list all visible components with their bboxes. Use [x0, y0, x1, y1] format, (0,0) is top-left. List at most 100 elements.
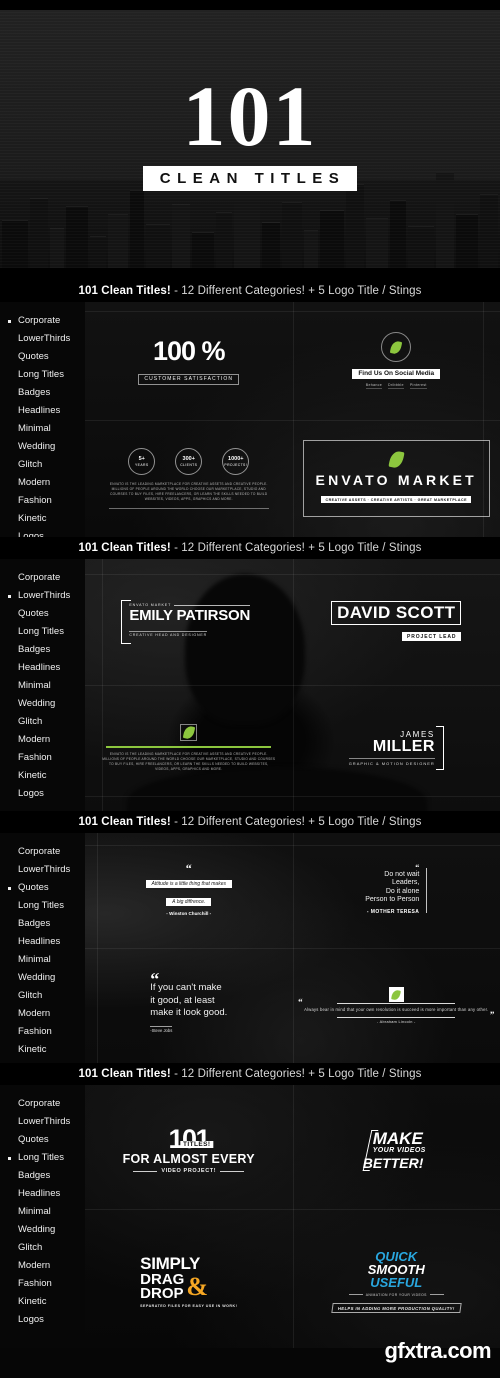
sidebar-item-long-titles[interactable]: Long Titles [0, 1149, 85, 1167]
sidebar-item-logos[interactable]: Logos [0, 785, 85, 803]
sidebar-item-wedding[interactable]: Wedding [0, 438, 85, 456]
sidebar-item-wedding[interactable]: Wedding [0, 695, 85, 713]
emily-name: EMILY PATIRSON [129, 607, 251, 624]
sidebar-item-minimal[interactable]: Minimal [0, 420, 85, 438]
active-bullet-icon [8, 886, 11, 890]
sidebar-item-label: LowerThirds [18, 1116, 71, 1127]
sidebar-item-label: Minimal [18, 680, 51, 691]
jobs-line: If you can't make [150, 982, 222, 994]
gfxtra-watermark: gfxtra.com [384, 1338, 492, 1363]
sidebar-item-glitch[interactable]: Glitch [0, 1239, 85, 1257]
sidebar-item-headlines[interactable]: Headlines [0, 659, 85, 677]
sidebar-item-kinetic[interactable]: Kinetic [0, 1041, 85, 1059]
sidebar-item-modern[interactable]: Modern [0, 1005, 85, 1023]
preview-grid-lowerthirds: ENVATO MARKET EMILY PATIRSON CREATIVE HE… [85, 559, 500, 811]
stat-label: CLIENTS [180, 462, 198, 467]
sidebar-item-minimal[interactable]: Minimal [0, 1203, 85, 1221]
quote-mark-icon: “ [298, 997, 303, 1008]
sidebar-item-badges[interactable]: Badges [0, 641, 85, 659]
card-stats: 5+ YEARS 300+ CLIENTS 1000+ PROJECTS! EN… [85, 420, 293, 538]
sidebar-item-label: Logos [18, 1314, 44, 1325]
sidebar-item-corporate[interactable]: Corporate [0, 569, 85, 587]
card-quote-lincoln: “ ” Always bear in mind that your own re… [293, 948, 500, 1063]
sidebar-item-corporate[interactable]: Corporate [0, 843, 85, 861]
active-bullet-icon [8, 1156, 11, 1160]
sidebar-item-modern[interactable]: Modern [0, 1257, 85, 1275]
category-sidebar[interactable]: Corporate LowerThirds Quotes Long Titles… [0, 1085, 85, 1348]
sidebar-item-label: Quotes [18, 351, 49, 362]
james-role: GRAPHIC & MOTION DESIGNER [348, 758, 435, 766]
sidebar-item-badges[interactable]: Badges [0, 1167, 85, 1185]
section-quotes: Corporate LowerThirds Quotes Long Titles… [0, 833, 500, 1073]
card-emily: ENVATO MARKET EMILY PATIRSON CREATIVE HE… [85, 559, 293, 685]
banner-text: 101 Clean Titles! - 12 Different Categor… [79, 816, 422, 828]
sidebar-item-badges[interactable]: Badges [0, 915, 85, 933]
sidebar-item-label: Headlines [18, 405, 61, 416]
sidebar-item-label: Corporate [18, 315, 61, 326]
sidebar-item-fashion[interactable]: Fashion [0, 1023, 85, 1041]
titles-tag: TITLES! [180, 1141, 214, 1149]
sidebar-item-label: Corporate [18, 1098, 61, 1109]
sidebar-item-wedding[interactable]: Wedding [0, 969, 85, 987]
sidebar-item-kinetic[interactable]: Kinetic [0, 767, 85, 785]
sidebar-item-corporate[interactable]: Corporate [0, 1095, 85, 1113]
sidebar-item-lowerthirds[interactable]: LowerThirds [0, 587, 85, 605]
social-network: Behance [365, 383, 383, 390]
hero-bottom-letterbox [0, 268, 500, 280]
sidebar-item-quotes[interactable]: Quotes [0, 605, 85, 623]
banner-rest: - 12 Different Categories! + 5 Logo Titl… [170, 816, 422, 828]
sidebar-item-long-titles[interactable]: Long Titles [0, 623, 85, 641]
sidebar-item-quotes[interactable]: Quotes [0, 1131, 85, 1149]
category-sidebar[interactable]: Corporate LowerThirds Quotes Long Titles… [0, 559, 85, 811]
sidebar-item-logos[interactable]: Logos [0, 1311, 85, 1329]
sidebar-item-label: Modern [18, 1008, 51, 1019]
sidebar-item-label: Wedding [18, 1224, 56, 1235]
card-david: DAVID SCOTT PROJECT LEAD [293, 559, 500, 685]
stat-number: 300+ [182, 455, 195, 462]
sidebar-item-fashion[interactable]: Fashion [0, 1275, 85, 1293]
sidebar-item-minimal[interactable]: Minimal [0, 677, 85, 695]
quick-kicker: ANIMATION FOR YOUR VIDEOS [332, 1293, 461, 1297]
dragdrop-subtitle: SEPARATED FILES FOR EASY USE IN WORK! [140, 1304, 238, 1309]
sidebar-item-glitch[interactable]: Glitch [0, 987, 85, 1005]
sidebar-item-label: Modern [18, 477, 51, 488]
sidebar-item-modern[interactable]: Modern [0, 474, 85, 492]
banner-rest: - 12 Different Categories! + 5 Logo Titl… [170, 285, 422, 297]
sidebar-item-headlines[interactable]: Headlines [0, 933, 85, 951]
section-lowerthirds: Corporate LowerThirds Quotes Long Titles… [0, 559, 500, 811]
sidebar-item-modern[interactable]: Modern [0, 731, 85, 749]
sidebar-item-headlines[interactable]: Headlines [0, 402, 85, 420]
sidebar-item-long-titles[interactable]: Long Titles [0, 897, 85, 915]
sidebar-item-badges[interactable]: Badges [0, 384, 85, 402]
jobs-line: make it look good. [150, 1007, 228, 1019]
sidebar-item-fashion[interactable]: Fashion [0, 749, 85, 767]
sidebar-item-glitch[interactable]: Glitch [0, 713, 85, 731]
sidebar-item-quotes[interactable]: Quotes [0, 348, 85, 366]
sidebar-item-corporate[interactable]: Corporate [0, 312, 85, 330]
section-long-titles: Corporate LowerThirds Quotes Long Titles… [0, 1085, 500, 1348]
sidebar-item-kinetic[interactable]: Kinetic [0, 1293, 85, 1311]
sidebar-item-glitch[interactable]: Glitch [0, 456, 85, 474]
sidebar-item-headlines[interactable]: Headlines [0, 1185, 85, 1203]
category-sidebar[interactable]: Corporate LowerThirds Quotes Long Titles… [0, 833, 85, 1073]
sidebar-item-kinetic[interactable]: Kinetic [0, 510, 85, 528]
category-sidebar[interactable]: Corporate LowerThirds Quotes Long Titles… [0, 302, 85, 542]
social-network: Dribbble [388, 383, 404, 390]
quick-line-2: SMOOTH [367, 1262, 425, 1278]
section-banner: 101 Clean Titles! - 12 Different Categor… [0, 280, 500, 302]
banner-text: 101 Clean Titles! - 12 Different Categor… [79, 1068, 422, 1080]
sidebar-item-minimal[interactable]: Minimal [0, 951, 85, 969]
sidebar-item-lowerthirds[interactable]: LowerThirds [0, 861, 85, 879]
sidebar-item-label: Glitch [18, 1242, 43, 1253]
sidebar-item-wedding[interactable]: Wedding [0, 1221, 85, 1239]
satisfaction-label: CUSTOMER SATISFACTION [138, 373, 240, 385]
sidebar-item-long-titles[interactable]: Long Titles [0, 366, 85, 384]
quote-mark-icon: ” [489, 1009, 495, 1020]
sidebar-item-lowerthirds[interactable]: LowerThirds [0, 1113, 85, 1131]
sidebar-item-fashion[interactable]: Fashion [0, 492, 85, 510]
card-satisfaction: 100 % CUSTOMER SATISFACTION [85, 302, 293, 420]
sidebar-item-lowerthirds[interactable]: LowerThirds [0, 330, 85, 348]
hero-subtitle: CLEAN TITLES [142, 165, 358, 191]
card-james: JAMES MILLER GRAPHIC & MOTION DESIGNER [293, 685, 500, 811]
sidebar-item-quotes[interactable]: Quotes [0, 879, 85, 897]
